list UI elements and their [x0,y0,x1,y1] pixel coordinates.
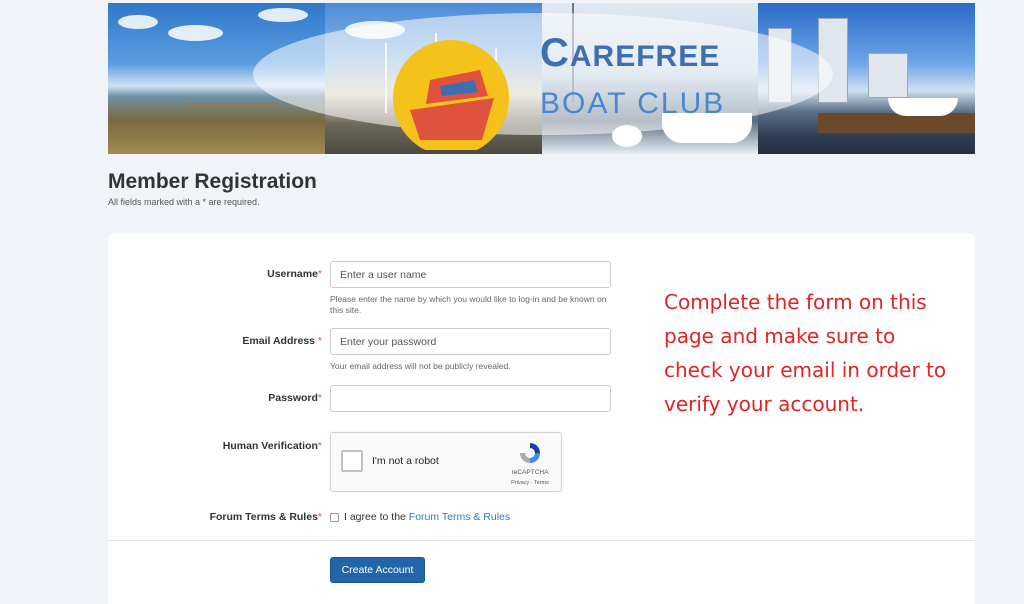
registration-form: Username* Please enter the name by which… [108,233,975,604]
create-account-button[interactable]: Create Account [330,557,425,583]
password-input[interactable] [330,385,611,412]
username-label: Username* [267,268,322,280]
email-label: Email Address * [242,335,322,347]
logo-wordmark-line2: BOAT CLUB [540,87,726,120]
recaptcha-checkbox[interactable] [341,450,363,472]
password-label: Password* [268,392,322,404]
recaptcha-privacy-terms[interactable]: Privacy - Terms [503,480,557,486]
terms-label: Forum Terms & Rules* [209,511,322,523]
terms-checkbox[interactable] [330,512,339,522]
page-title: Member Registration [108,170,317,193]
terms-agree-row: I agree to the Forum Terms & Rules [330,511,510,523]
recaptcha-logo-icon [520,443,540,463]
email-help: Your email address will not be publicly … [330,361,511,371]
terms-link[interactable]: Forum Terms & Rules [409,511,510,523]
required-fields-note: All fields marked with a * are required. [108,197,260,207]
header-banner: CAREFREE BOAT CLUB [108,3,975,154]
recaptcha-label: I'm not a robot [372,455,439,467]
username-help: Please enter the name by which you would… [330,294,607,315]
username-input[interactable] [330,261,611,288]
instruction-annotation: Complete the form on this page and make … [664,290,947,416]
logo-wordmark-line1: CAREFREE [540,31,721,75]
email-input[interactable] [330,328,611,355]
form-divider [108,540,975,541]
recaptcha-widget: I'm not a robot reCAPTCHA Privacy - Term… [330,432,562,492]
recaptcha-brand: reCAPTCHA [511,469,549,476]
terms-agree-text: I agree to the [344,511,409,523]
logo-boat-icon [393,40,509,150]
human-verification-label: Human Verification* [222,440,322,452]
